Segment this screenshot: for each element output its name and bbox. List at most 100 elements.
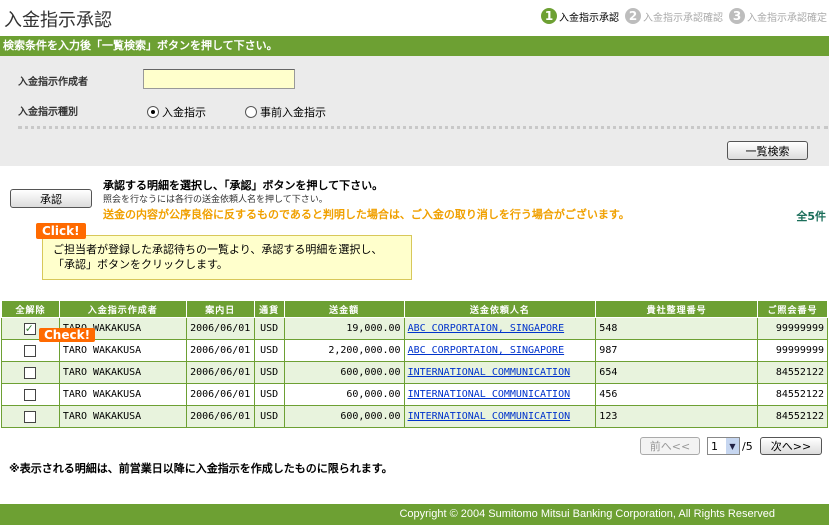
cell-inquiry: 84552122 [756, 361, 829, 384]
current-page-value: 1 [711, 439, 718, 453]
cell-ref: 987 [595, 339, 758, 362]
table-row: TARO WAKAKUSA 2006/06/01 USD 2,200,000.0… [1, 339, 829, 362]
cell-currency: USD [253, 361, 285, 384]
approval-table: 全解除 入金指示作成者 案内日 通貨 送金額 送金依頼人名 貴社整理番号 ご照会… [1, 300, 829, 428]
table-header-row: 全解除 入金指示作成者 案内日 通貨 送金額 送金依頼人名 貴社整理番号 ご照会… [1, 300, 829, 318]
cell-currency: USD [253, 405, 285, 428]
chevron-down-icon[interactable]: ▼ [726, 438, 739, 454]
divider [18, 126, 828, 129]
step-2: 2 入金指示承認確認 [625, 8, 723, 24]
cell-amount: 600,000.00 [283, 361, 405, 384]
approval-warning: 送金の内容が公序良俗に反するものであると判明した場合は、ご入金の取り消しを行う場… [103, 208, 630, 221]
row-checkbox-cell [1, 361, 60, 384]
radio-option-advance[interactable]: 事前入金指示 [245, 104, 326, 120]
creator-label: 入金指示作成者 [18, 77, 88, 88]
page-select[interactable]: 1 ▼ [707, 437, 740, 455]
help-callout: ご担当者が登録した承認待ちの一覧より、承認する明細を選択し、 「承認」ボタンをク… [42, 235, 412, 280]
remitter-link[interactable]: ABC CORPORTAION, SINGAPORE [408, 345, 565, 356]
search-button[interactable]: 一覧検索 [727, 141, 808, 160]
radio-unselected-icon[interactable] [245, 106, 257, 118]
cell-remitter: INTERNATIONAL COMMUNICATION [403, 383, 597, 406]
cell-inquiry: 99999999 [756, 339, 829, 362]
header-currency: 通貨 [253, 300, 285, 318]
cell-creator: TARO WAKAKUSA [58, 383, 187, 406]
step-3-number: 3 [729, 8, 745, 24]
row-checkbox[interactable] [24, 366, 37, 379]
cell-date: 2006/06/01 [185, 405, 255, 428]
cell-amount: 600,000.00 [283, 405, 405, 428]
cell-ref: 456 [595, 383, 758, 406]
callout-line-2: 「承認」ボタンをクリックします。 [53, 258, 228, 271]
cell-currency: USD [253, 317, 285, 340]
row-checkbox[interactable] [24, 388, 37, 401]
cell-creator: TARO WAKAKUSA [58, 339, 187, 362]
cell-date: 2006/06/01 [185, 383, 255, 406]
row-checkbox[interactable] [24, 344, 37, 357]
prev-page-button[interactable]: 前へ<< [640, 437, 700, 455]
cell-date: 2006/06/01 [185, 317, 255, 340]
row-checkbox-cell [1, 339, 60, 362]
step-3: 3 入金指示承認確定 [729, 8, 827, 24]
next-page-button[interactable]: 次へ>> [760, 437, 822, 455]
click-tag: Click! [36, 223, 86, 239]
cell-inquiry: 84552122 [756, 383, 829, 406]
page-title: 入金指示承認 [4, 10, 112, 31]
search-panel: 入金指示作成者 入金指示種別 入金指示 事前入金指示 一覧検索 [0, 56, 829, 166]
cell-amount: 60,000.00 [283, 383, 405, 406]
cell-remitter: INTERNATIONAL COMMUNICATION [403, 361, 597, 384]
row-checkbox-cell [1, 405, 60, 428]
type-label: 入金指示種別 [18, 107, 78, 118]
step-3-label: 入金指示承認確定 [747, 12, 827, 24]
cell-inquiry: 84552122 [756, 405, 829, 428]
footer-copyright: Copyright © 2004 Sumitomo Mitsui Banking… [0, 504, 829, 525]
step-1: 1 入金指示承認 [541, 8, 619, 24]
radio-label-advance: 事前入金指示 [260, 106, 326, 119]
approve-button[interactable]: 承認 [10, 189, 92, 208]
row-checkbox[interactable] [24, 410, 37, 423]
cell-date: 2006/06/01 [185, 361, 255, 384]
footnote: ※表示される明細は、前営業日以降に入金指示を作成したものに限られます。 [9, 462, 393, 475]
step-1-number: 1 [541, 8, 557, 24]
header-creator: 入金指示作成者 [58, 300, 187, 318]
header-inquiry: ご照会番号 [756, 300, 829, 318]
radio-option-payment[interactable]: 入金指示 [147, 104, 206, 120]
cell-ref: 654 [595, 361, 758, 384]
check-tag: Check! [39, 328, 96, 342]
approval-sub-instruction: 照会を行なうには各行の送金依頼人名を押して下さい。 [103, 195, 328, 205]
row-checkbox-cell [1, 383, 60, 406]
step-indicator: 1 入金指示承認 2 入金指示承認確認 3 入金指示承認確定 [535, 8, 827, 24]
cell-remitter: ABC CORPORTAION, SINGAPORE [403, 339, 597, 362]
total-pages: /5 [742, 440, 753, 453]
header-amount: 送金額 [283, 300, 405, 318]
cell-ref: 123 [595, 405, 758, 428]
cell-amount: 19,000.00 [283, 317, 405, 340]
search-instruction-bar: 検索条件を入力後「一覧検索」ボタンを押して下さい。 [0, 36, 829, 56]
cell-creator: TARO WAKAKUSA [58, 361, 187, 384]
approval-instruction: 承認する明細を選択し、「承認」ボタンを押して下さい。 [103, 179, 384, 192]
cell-creator: TARO WAKAKUSA [58, 405, 187, 428]
deselect-all-header[interactable]: 全解除 [1, 300, 60, 318]
step-1-label: 入金指示承認 [559, 12, 619, 24]
cell-inquiry: 99999999 [756, 317, 829, 340]
remitter-link[interactable]: INTERNATIONAL COMMUNICATION [408, 411, 571, 422]
header-date: 案内日 [185, 300, 255, 318]
callout-line-1: ご担当者が登録した承認待ちの一覧より、承認する明細を選択し、 [53, 243, 383, 256]
cell-currency: USD [253, 339, 285, 362]
creator-input[interactable] [143, 69, 295, 89]
radio-label-payment: 入金指示 [162, 106, 206, 119]
cell-ref: 548 [595, 317, 758, 340]
header-ref: 貴社整理番号 [595, 300, 758, 318]
cell-amount: 2,200,000.00 [283, 339, 405, 362]
radio-selected-icon[interactable] [147, 106, 159, 118]
row-checkbox-checked[interactable] [24, 321, 37, 335]
table-row: TARO WAKAKUSA 2006/06/01 USD 19,000.00 A… [1, 317, 829, 340]
cell-remitter: ABC CORPORTAION, SINGAPORE [403, 317, 597, 340]
remitter-link[interactable]: INTERNATIONAL COMMUNICATION [408, 389, 571, 400]
cell-remitter: INTERNATIONAL COMMUNICATION [403, 405, 597, 428]
table-row: TARO WAKAKUSA 2006/06/01 USD 60,000.00 I… [1, 383, 829, 406]
step-2-label: 入金指示承認確認 [643, 12, 723, 24]
header-remitter: 送金依頼人名 [403, 300, 597, 318]
remitter-link[interactable]: INTERNATIONAL COMMUNICATION [408, 367, 571, 378]
remitter-link[interactable]: ABC CORPORTAION, SINGAPORE [408, 323, 565, 334]
step-2-number: 2 [625, 8, 641, 24]
